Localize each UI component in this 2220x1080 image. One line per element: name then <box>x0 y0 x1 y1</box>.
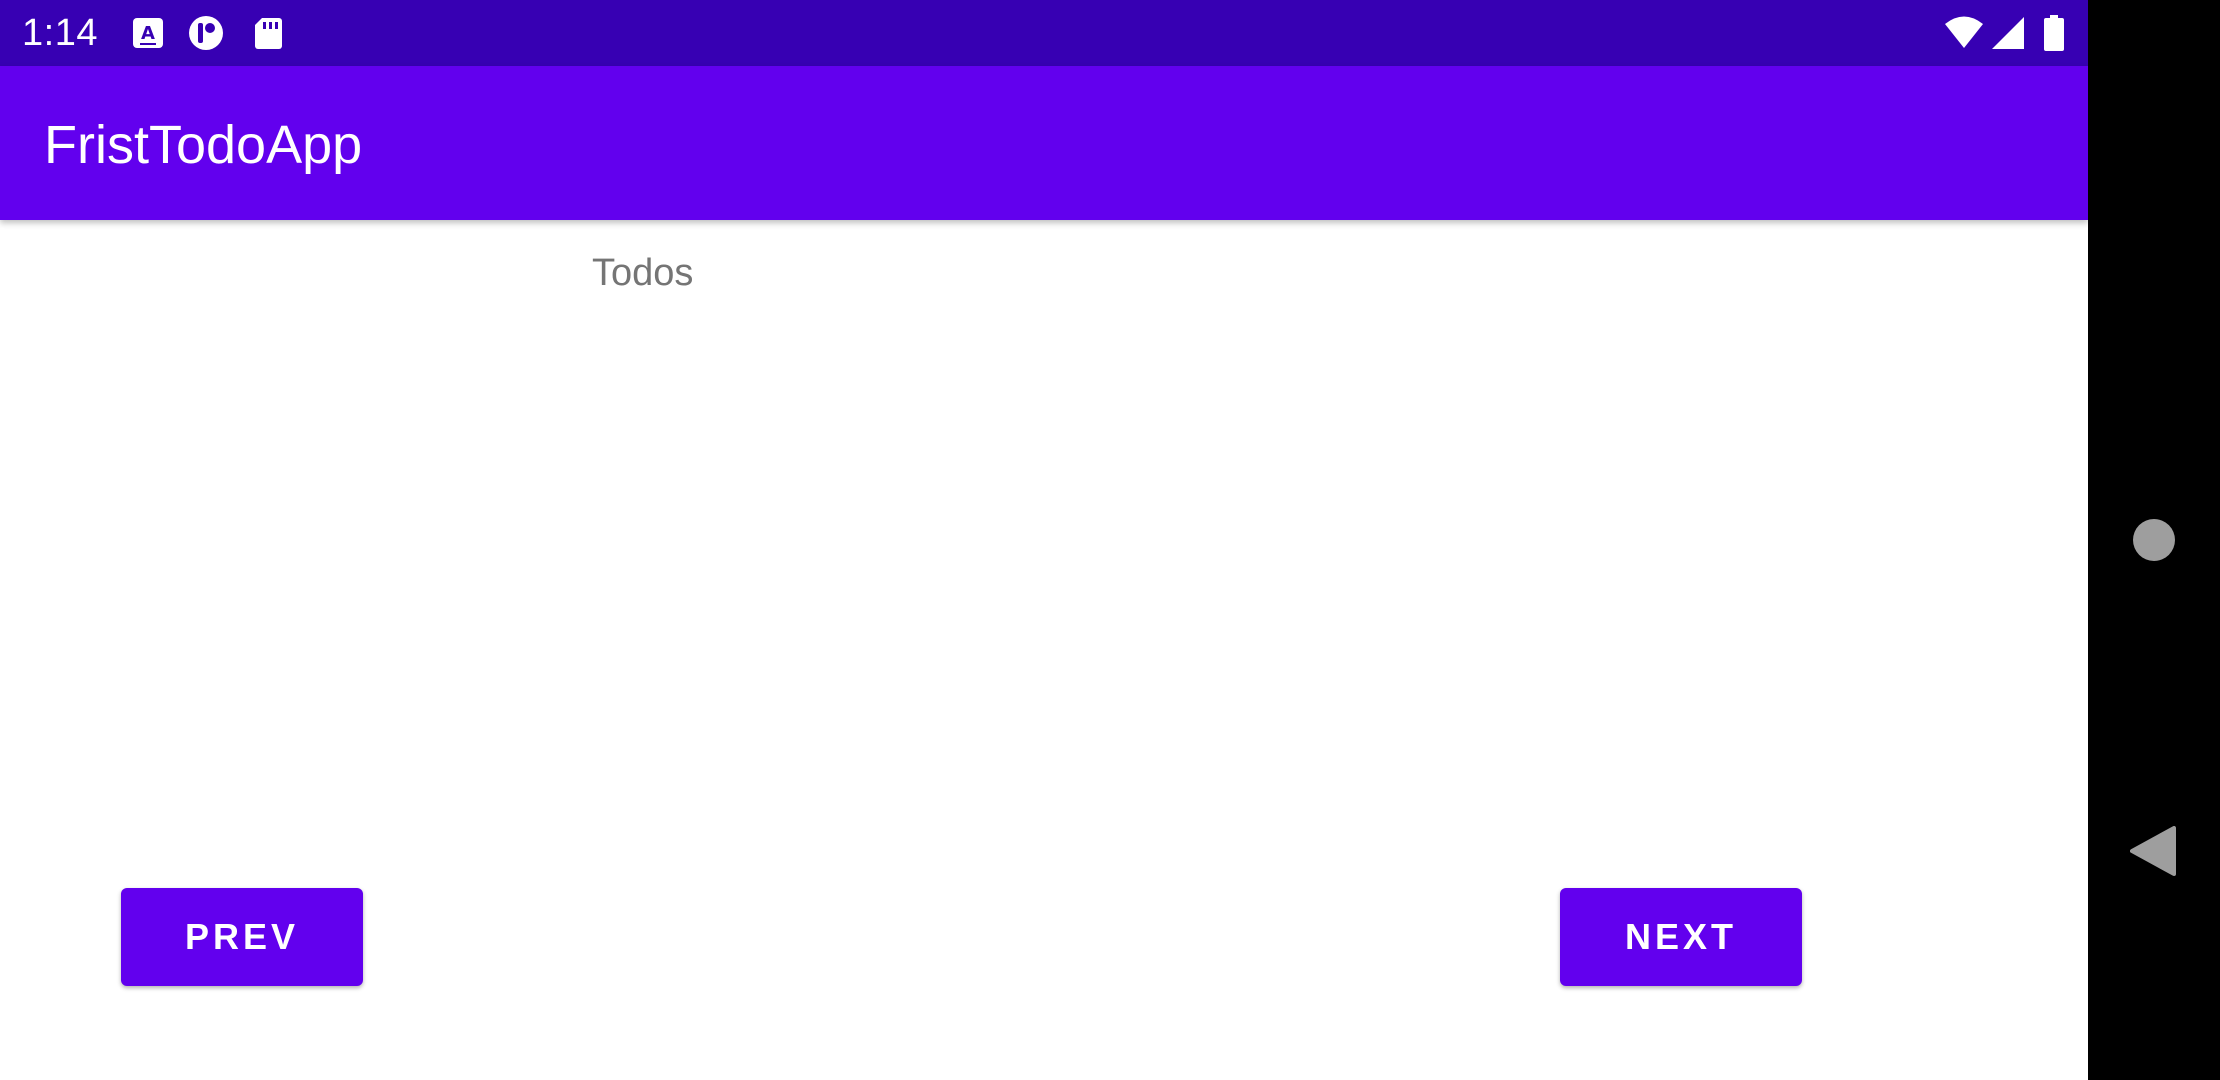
wifi-icon <box>1944 15 1984 51</box>
app-title: FristTodoApp <box>44 115 363 175</box>
back-icon[interactable] <box>2130 826 2178 876</box>
sd-card-icon <box>250 15 286 51</box>
app-badge-icon <box>188 15 224 51</box>
next-button[interactable]: NEXT <box>1560 888 1802 986</box>
app-screen: 1:14 A FristTodoApp Todos PREV NEXT <box>0 0 2088 1080</box>
prev-button[interactable]: PREV <box>121 888 363 986</box>
home-icon[interactable] <box>2133 519 2175 561</box>
app-bar: FristTodoApp <box>0 66 2088 220</box>
todos-label: Todos <box>592 252 694 294</box>
navigation-bar <box>2088 0 2220 1080</box>
cell-signal-icon <box>1990 15 2026 51</box>
status-bar: 1:14 A <box>0 0 2088 66</box>
battery-icon <box>2042 15 2066 51</box>
status-time: 1:14 <box>22 12 98 54</box>
translate-icon: A <box>130 15 166 51</box>
svg-text:A: A <box>141 23 155 44</box>
